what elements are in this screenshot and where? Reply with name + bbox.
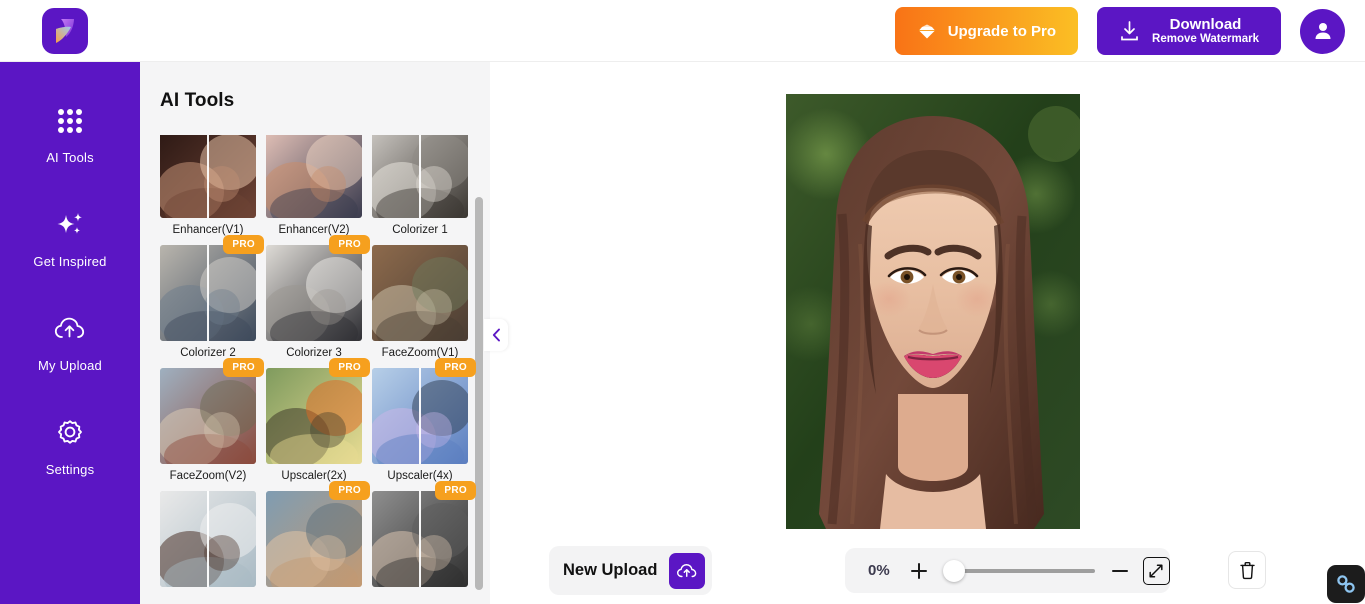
upgrade-to-pro-label: Upgrade to Pro <box>947 22 1057 40</box>
grid-dots-icon <box>55 104 85 138</box>
header-actions: Upgrade to Pro Download Remove Watermark <box>894 0 1345 62</box>
pro-badge: PRO <box>329 481 370 500</box>
app-logo[interactable] <box>42 8 88 54</box>
colorizer-3-thumb[interactable] <box>266 245 362 341</box>
tool-card[interactable]: PRO <box>372 481 476 587</box>
denoise-thumb[interactable] <box>372 491 468 587</box>
tool-card[interactable]: Enhancer(V1) <box>160 135 256 236</box>
user-avatar-button[interactable] <box>1300 8 1345 54</box>
chevron-left-icon <box>492 328 500 342</box>
tool-card[interactable]: PROEnhancer(V2) <box>266 135 362 236</box>
app-logo-mark <box>56 19 74 43</box>
download-subtitle: Remove Watermark <box>1152 33 1259 46</box>
zoom-percent-label: 0% <box>868 562 890 579</box>
pro-badge: PRO <box>223 235 264 254</box>
new-upload-label: New Upload <box>563 561 658 579</box>
person-icon <box>1315 23 1330 39</box>
zoom-slider-track <box>963 568 1096 573</box>
pro-badge: PRO <box>435 481 476 500</box>
app-header: Upgrade to Pro Download Remove Watermark <box>0 0 1365 62</box>
sidebar-item-ai-tools[interactable]: AI Tools <box>0 88 140 192</box>
download-icon <box>1121 21 1138 41</box>
sidebar-item-settings-label: Settings <box>45 462 95 477</box>
tool-card[interactable]: PRO Colorizer 2 <box>160 235 264 359</box>
tool-card[interactable]: PRO Colorizer 3 <box>266 235 370 359</box>
panel-scrollbar-thumb[interactable] <box>475 197 483 590</box>
ai-tools-grid: Enhancer(V1) PROEnhancer(V2) Colorizer 1 <box>140 135 490 596</box>
tool-card[interactable]: PRO <box>266 481 370 587</box>
tool-card[interactable] <box>160 491 256 587</box>
plus-icon <box>910 562 927 579</box>
colorizer-2-thumb[interactable] <box>160 245 256 341</box>
fit-to-screen-button[interactable] <box>1142 556 1171 585</box>
bg-remover-thumb[interactable] <box>160 491 256 587</box>
cloud-upload-icon <box>54 312 86 346</box>
pro-badge: PRO <box>223 358 264 377</box>
pro-badge: PRO <box>329 235 370 254</box>
upgrade-to-pro-button[interactable]: Upgrade to Pro <box>894 7 1079 55</box>
collapse-panel-button[interactable] <box>484 319 508 351</box>
tool-card[interactable]: PRO Upscaler(2x) <box>266 358 370 482</box>
editor-canvas <box>490 62 1365 604</box>
enhancer-v1-thumb[interactable] <box>160 135 256 218</box>
portrait-photo[interactable] <box>786 94 1080 529</box>
sidebar-item-my-upload[interactable]: My Upload <box>0 296 140 400</box>
sidebar-item-get-inspired-label: Get Inspired <box>33 254 107 269</box>
sidebar-item-get-inspired[interactable]: Get Inspired <box>0 192 140 296</box>
colorizer-1-thumb[interactable] <box>372 135 468 218</box>
sidebar-item-my-upload-label: My Upload <box>38 358 102 373</box>
zoom-in-button[interactable] <box>906 558 931 584</box>
portrait-photo-image <box>786 94 1080 529</box>
ai-tools-scroll-area[interactable]: Enhancer(V1) PROEnhancer(V2) Colorizer 1 <box>140 135 490 604</box>
pro-badge: PRO <box>435 358 476 377</box>
tool-card[interactable]: PRO Upscaler(4x) <box>372 358 476 482</box>
ai-tools-panel-title: AI Tools <box>160 90 235 111</box>
delete-image-button[interactable] <box>1228 551 1266 589</box>
branch-thumb[interactable] <box>266 491 362 587</box>
trash-icon <box>1239 561 1255 579</box>
link-chain-badge[interactable] <box>1327 565 1365 603</box>
download-text: Download Remove Watermark <box>1152 16 1259 46</box>
sparkles-icon <box>55 208 85 242</box>
zoom-slider[interactable] <box>943 559 1096 582</box>
upscaler-2x-thumb[interactable] <box>266 368 362 464</box>
download-button[interactable]: Download Remove Watermark <box>1097 7 1281 55</box>
zoom-toolbar: 0% <box>845 548 1171 593</box>
sidebar-item-ai-tools-label: AI Tools <box>46 150 94 165</box>
download-title: Download <box>1169 15 1242 33</box>
gear-icon <box>55 416 85 450</box>
new-upload-button[interactable] <box>669 552 706 589</box>
facezoom-v2-thumb[interactable] <box>160 368 256 464</box>
sidebar-item-settings[interactable]: Settings <box>0 400 140 504</box>
diamond-icon <box>918 24 935 39</box>
upscaler-4x-thumb[interactable] <box>372 368 468 464</box>
pro-badge: PRO <box>329 358 370 377</box>
tool-label: Colorizer 1 <box>392 224 448 236</box>
zoom-slider-thumb[interactable] <box>943 559 966 582</box>
facezoom-v1-thumb[interactable] <box>372 245 468 341</box>
expand-arrows-icon <box>1149 563 1163 578</box>
link-chain-icon <box>1337 575 1355 593</box>
left-sidebar: AI Tools Get Inspired My Upload Settings <box>0 62 140 604</box>
zoom-out-button[interactable] <box>1107 558 1132 584</box>
new-upload-bar: New Upload <box>549 546 713 595</box>
enhancer-v2-thumb[interactable] <box>266 135 362 218</box>
tool-card[interactable]: FaceZoom(V1) <box>372 245 468 359</box>
ai-tools-panel: AI Tools Enhancer(V1) PROEnhancer(V2) <box>140 62 490 604</box>
tool-label: FaceZoom(V2) <box>169 470 247 482</box>
minus-icon <box>1112 569 1129 572</box>
tool-card[interactable]: PRO FaceZoom(V2) <box>160 358 264 482</box>
cloud-upload-icon <box>677 563 697 577</box>
tool-card[interactable]: Colorizer 1 <box>372 135 468 236</box>
